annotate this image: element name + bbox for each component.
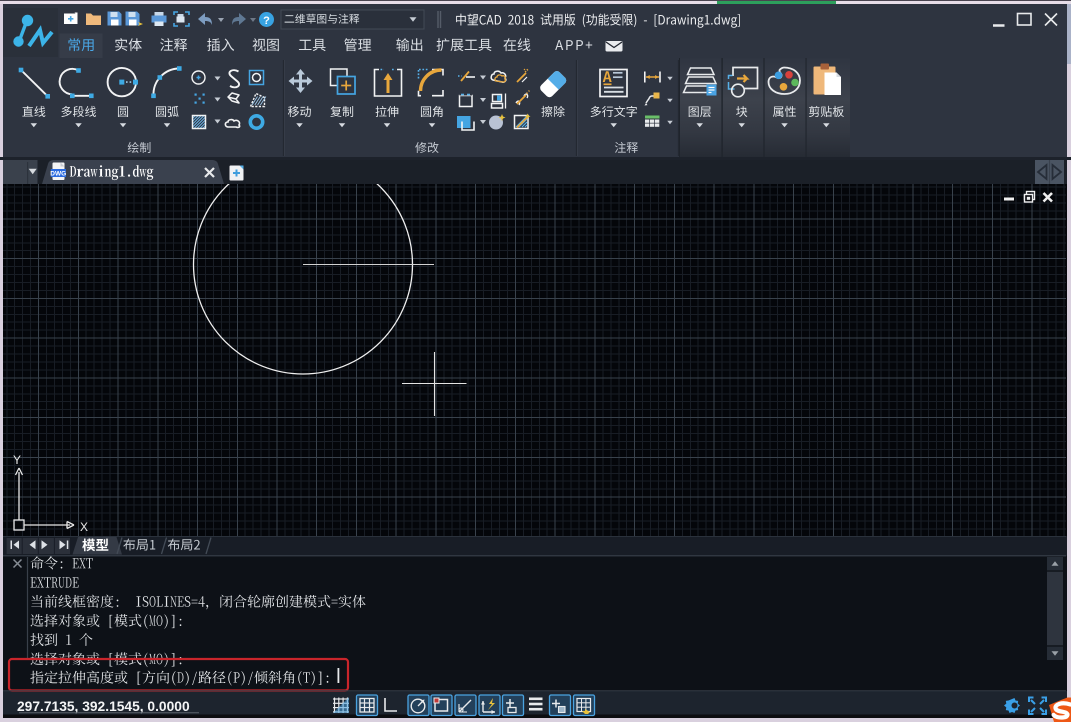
svg-text:DWG: DWG — [50, 170, 66, 177]
svg-text:297.7135, 392.1545, 0.0000: 297.7135, 392.1545, 0.0000 — [17, 699, 190, 714]
svg-text:?: ? — [263, 15, 270, 27]
svg-text:X: X — [80, 520, 88, 534]
svg-text:Y: Y — [13, 453, 21, 467]
